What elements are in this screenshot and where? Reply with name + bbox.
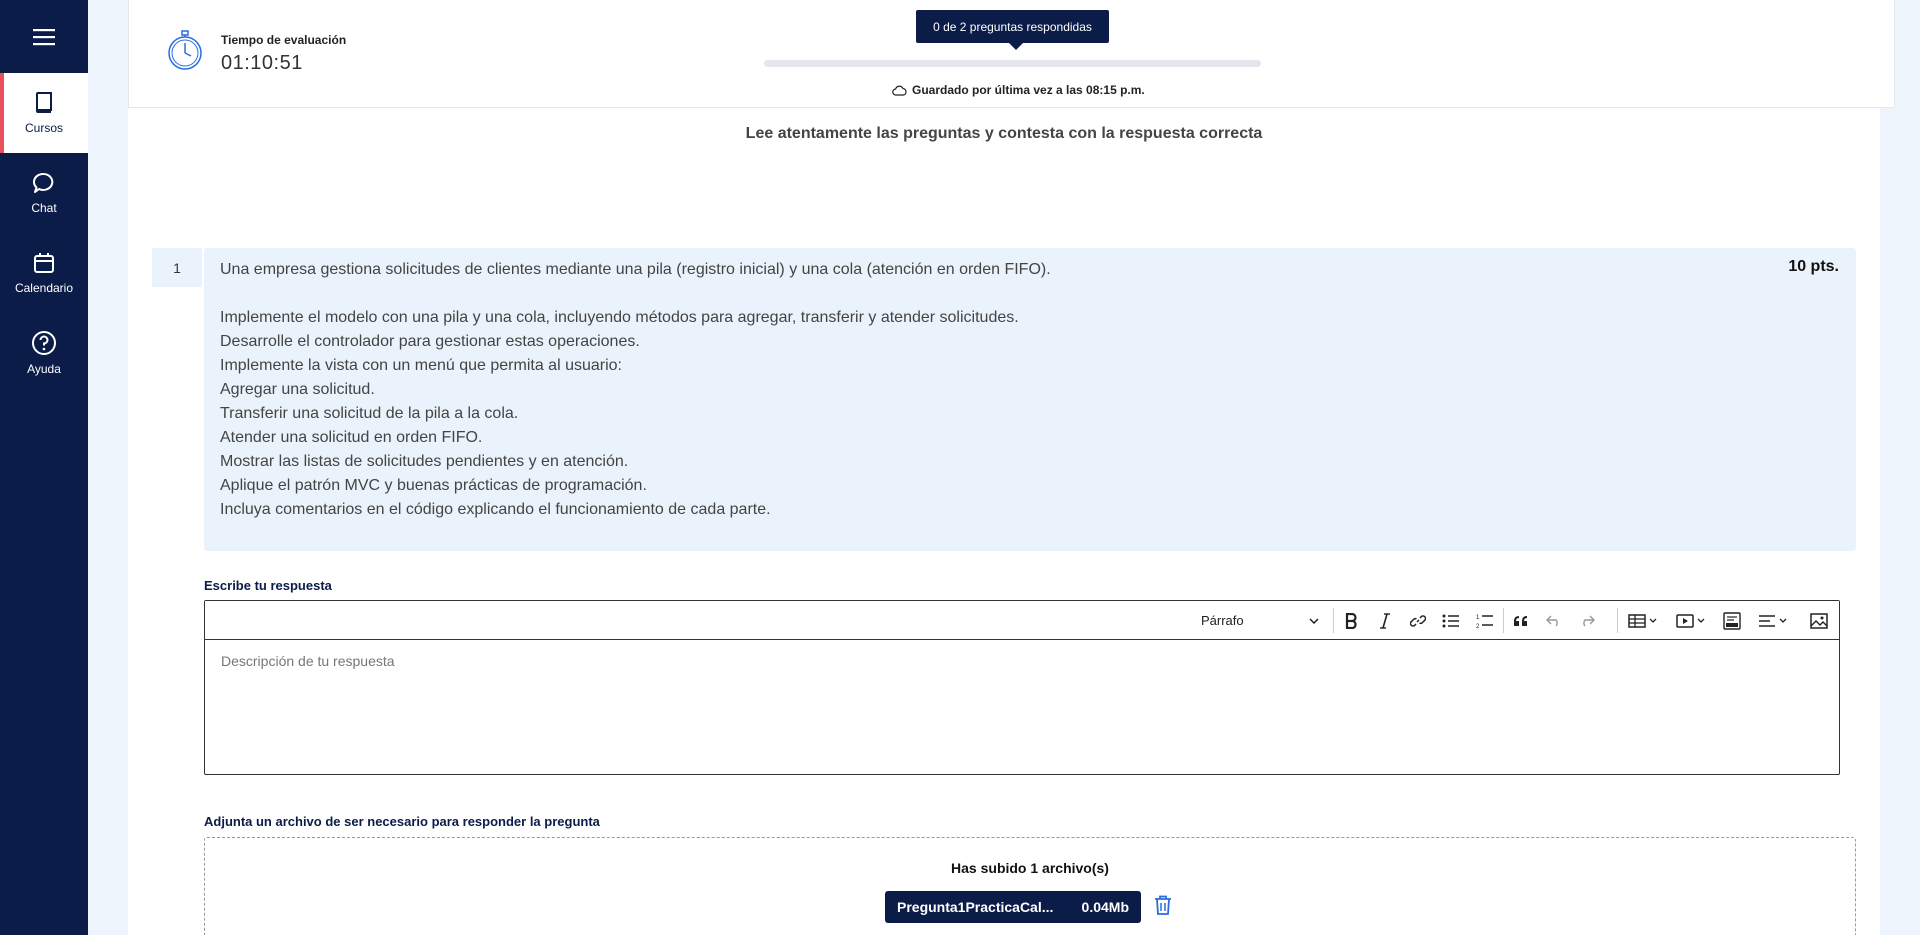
help-circle-icon bbox=[32, 331, 56, 355]
media-icon bbox=[1676, 613, 1705, 628]
answer-textarea[interactable]: Descripción de tu respuesta bbox=[221, 653, 395, 669]
trash-icon bbox=[1155, 895, 1171, 915]
sidebar-item-label: Chat bbox=[31, 201, 57, 215]
insert-image-button[interactable] bbox=[1805, 607, 1832, 634]
rich-text-editor: Párrafo 12 Descripción de tu respuesta bbox=[204, 600, 1840, 775]
table-icon bbox=[1628, 613, 1657, 628]
bold-icon bbox=[1345, 612, 1357, 629]
sidebar-item-label: Ayuda bbox=[27, 362, 61, 376]
question-points: 10 pts. bbox=[1788, 258, 1839, 275]
calendar-icon bbox=[34, 253, 54, 273]
cloud-icon bbox=[892, 85, 907, 96]
main-content: Tiempo de evaluación 01:10:51 0 de 2 pre… bbox=[128, 0, 1895, 935]
image-icon bbox=[1809, 612, 1828, 629]
delete-file-button[interactable] bbox=[1154, 895, 1172, 920]
stopwatch-icon bbox=[168, 30, 202, 70]
question-card: Una empresa gestiona solicitudes de clie… bbox=[204, 248, 1856, 551]
numbered-list-icon: 12 bbox=[1476, 615, 1493, 629]
html-embed-button[interactable] bbox=[1718, 607, 1745, 634]
sidebar-item-ayuda[interactable]: Ayuda bbox=[0, 313, 88, 393]
instructions: Lee atentamente las preguntas y contesta… bbox=[745, 125, 1263, 142]
file-size: 0.04Mb bbox=[1081, 899, 1129, 915]
question-line: Mostrar las listas de solicitudes pendie… bbox=[220, 453, 629, 470]
bulleted-list-button[interactable] bbox=[1437, 607, 1464, 634]
link-icon bbox=[1409, 614, 1426, 627]
timer-label: Tiempo de evaluación bbox=[221, 33, 347, 47]
blockquote-button[interactable] bbox=[1507, 607, 1534, 634]
link-button[interactable] bbox=[1404, 607, 1431, 634]
saved-status: Guardado por última vez a las 08:15 p.m. bbox=[892, 83, 1145, 97]
question-line: Implemente el modelo con una pila y una … bbox=[220, 309, 1019, 326]
evaluation-header: Tiempo de evaluación 01:10:51 0 de 2 pre… bbox=[128, 0, 1895, 108]
sidebar-item-cursos[interactable]: Cursos bbox=[0, 73, 88, 153]
html-embed-icon bbox=[1722, 611, 1741, 630]
question-line: Aplique el patrón MVC y buenas prácticas… bbox=[220, 477, 647, 494]
align-left-icon bbox=[1759, 614, 1787, 627]
timer-value: 01:10:51 bbox=[221, 52, 303, 74]
svg-text:2: 2 bbox=[1476, 624, 1480, 629]
question-number: 1 bbox=[152, 248, 202, 287]
italic-button[interactable] bbox=[1371, 607, 1398, 634]
question-intro: Una empresa gestiona solicitudes de clie… bbox=[220, 261, 1051, 278]
paragraph-format-value: Párrafo bbox=[1201, 613, 1244, 628]
question-line: Desarrolle el controlador para gestionar… bbox=[220, 333, 640, 350]
toolbar-divider bbox=[1503, 608, 1504, 633]
saved-text: Guardado por última vez a las 08:15 p.m. bbox=[912, 83, 1145, 97]
uploaded-count: Has subido 1 archivo(s) bbox=[951, 860, 1109, 876]
question-line: Agregar una solicitud. bbox=[220, 381, 375, 398]
insert-table-button[interactable] bbox=[1623, 607, 1663, 634]
question-line: Implemente la vista con un menú que perm… bbox=[220, 357, 622, 374]
numbered-list-button[interactable]: 12 bbox=[1471, 607, 1498, 634]
file-dropzone[interactable]: Has subido 1 archivo(s) Pregunta1Practic… bbox=[204, 837, 1856, 935]
paragraph-format-select[interactable]: Párrafo bbox=[1195, 607, 1325, 634]
redo-icon bbox=[1582, 615, 1595, 626]
bold-button[interactable] bbox=[1337, 607, 1364, 634]
toolbar-divider bbox=[1617, 608, 1618, 633]
hamburger-icon bbox=[33, 28, 55, 45]
sidebar: Cursos Chat Calendario Ayuda bbox=[0, 0, 88, 935]
sidebar-item-label: Cursos bbox=[24, 121, 63, 135]
answer-label: Escribe tu respuesta bbox=[204, 578, 332, 593]
question-text: Una empresa gestiona solicitudes de clie… bbox=[220, 258, 1051, 522]
italic-icon bbox=[1379, 612, 1390, 629]
file-name: Pregunta1PracticaCal... bbox=[897, 899, 1054, 915]
book-icon bbox=[35, 92, 52, 113]
text-alignment-button[interactable] bbox=[1753, 607, 1793, 634]
chat-bubble-icon bbox=[32, 172, 54, 193]
sidebar-item-label: Calendario bbox=[14, 281, 74, 295]
question-line: Transferir una solicitud de la pila a la… bbox=[220, 405, 519, 422]
progress-tooltip: 0 de 2 preguntas respondidas bbox=[916, 10, 1109, 50]
hamburger-menu-button[interactable] bbox=[0, 0, 88, 73]
undo-icon bbox=[1545, 615, 1558, 626]
toolbar-divider bbox=[1333, 608, 1334, 633]
svg-text:1: 1 bbox=[1476, 615, 1480, 621]
insert-media-button[interactable] bbox=[1671, 607, 1711, 634]
redo-button[interactable] bbox=[1573, 607, 1600, 634]
chevron-down-icon bbox=[1309, 617, 1319, 624]
undo-button[interactable] bbox=[1540, 607, 1567, 634]
uploaded-file-chip[interactable]: Pregunta1PracticaCal... 0.04Mb bbox=[885, 891, 1141, 923]
progress-bar bbox=[764, 60, 1261, 67]
bulleted-list-icon bbox=[1442, 614, 1459, 627]
quote-icon bbox=[1513, 615, 1527, 626]
sidebar-item-chat[interactable]: Chat bbox=[0, 153, 88, 233]
editor-toolbar: Párrafo 12 bbox=[205, 601, 1839, 640]
question-line: Atender una solicitud en orden FIFO. bbox=[220, 429, 483, 446]
attachment-label: Adjunta un archivo de ser necesario para… bbox=[204, 814, 600, 829]
sidebar-item-calendario[interactable]: Calendario bbox=[0, 233, 88, 313]
question-line: Incluya comentarios en el código explica… bbox=[220, 501, 771, 518]
